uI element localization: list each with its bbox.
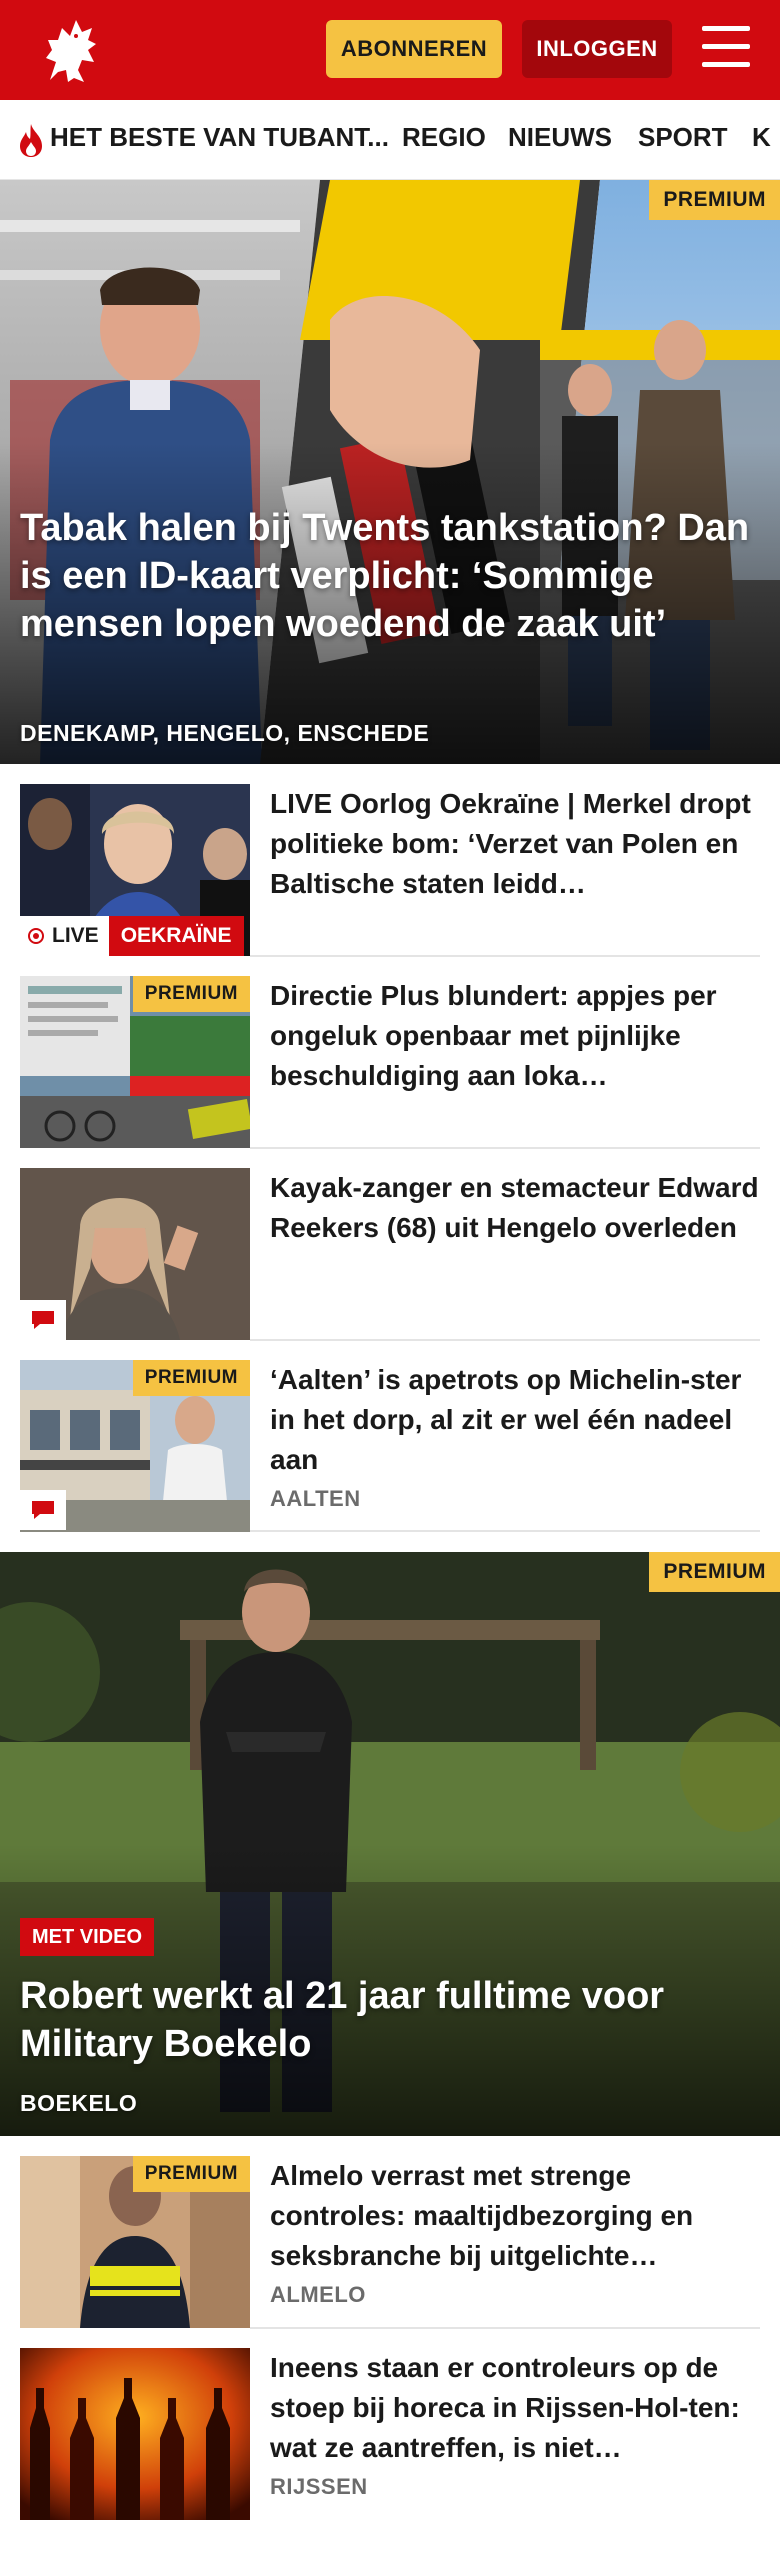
premium-badge: PREMIUM bbox=[132, 2156, 250, 2192]
divider bbox=[250, 1147, 760, 1149]
nav-item-het-beste-van-tubantia[interactable]: HET BESTE VAN TUBANT... bbox=[50, 122, 389, 153]
divider bbox=[250, 1339, 760, 1341]
nav-item-more[interactable]: K bbox=[752, 122, 771, 153]
list-item[interactable]: Ineens staan er controleurs op de stoep … bbox=[20, 2348, 760, 2520]
topic-tag[interactable]: OEKRAÏNE bbox=[108, 916, 244, 956]
article-location: RIJSSEN bbox=[270, 2474, 368, 2499]
article-location: ALMELO bbox=[270, 2282, 366, 2307]
live-label: LIVE bbox=[20, 916, 109, 956]
comment-icon bbox=[20, 1490, 66, 1530]
article-title[interactable]: LIVE Oorlog Oekraïne | Merkel dropt poli… bbox=[270, 784, 760, 904]
article-location: AALTEN bbox=[270, 1486, 361, 1511]
divider bbox=[250, 955, 760, 957]
premium-badge: PREMIUM bbox=[132, 976, 250, 1012]
hero-title[interactable]: Tabak halen bij Twents tankstation? Dan … bbox=[20, 504, 760, 648]
hamburger-menu-icon[interactable] bbox=[702, 26, 750, 70]
article-thumbnail: PREMIUM bbox=[20, 2156, 250, 2328]
hero-location: BOEKELO bbox=[20, 2090, 138, 2116]
list-item[interactable]: PREMIUM Directie Plus blundert: appjes p… bbox=[20, 976, 760, 1148]
divider bbox=[250, 2327, 760, 2329]
premium-badge: PREMIUM bbox=[649, 1552, 780, 1592]
article-thumbnail: PREMIUM bbox=[20, 976, 250, 1148]
hero-title[interactable]: Robert werkt al 21 jaar fulltime voor Mi… bbox=[20, 1972, 760, 2068]
live-text: LIVE bbox=[52, 924, 99, 947]
comment-icon bbox=[20, 1300, 66, 1340]
list-item[interactable]: Kayak-zanger en stemacteur Edward Reeker… bbox=[20, 1168, 760, 1340]
video-badge: MET VIDEO bbox=[20, 1918, 155, 1956]
hero-article-boekelo[interactable]: PREMIUM MET VIDEO Robert werkt al 21 jaa… bbox=[0, 1552, 780, 2136]
live-dot-icon bbox=[28, 928, 44, 944]
list-item[interactable]: PREMIUM Almelo verrast met strenge contr… bbox=[20, 2156, 760, 2328]
article-title[interactable]: Directie Plus blundert: appjes per ongel… bbox=[270, 976, 760, 1096]
hero-image bbox=[0, 180, 780, 764]
hero-article-tabak[interactable]: PREMIUM Tabak halen bij Twents tankstati… bbox=[0, 180, 780, 764]
nav-item-regio[interactable]: REGIO bbox=[402, 122, 486, 153]
login-button[interactable]: INLOGGEN bbox=[522, 20, 672, 78]
article-title[interactable]: Ineens staan er controleurs op de stoep … bbox=[270, 2348, 760, 2468]
list-item[interactable]: PREMIUM ‘Aalten’ is apetrots op Michelin… bbox=[20, 1360, 760, 1532]
live-badge: LIVE OEKRAÏNE bbox=[20, 916, 244, 956]
article-title[interactable]: ‘Aalten’ is apetrots op Michelin-ster in… bbox=[270, 1360, 760, 1480]
article-title[interactable]: Almelo verrast met strenge controles: ma… bbox=[270, 2156, 760, 2276]
hero-location: DENEKAMP, HENGELO, ENSCHEDE bbox=[20, 720, 430, 746]
subscribe-button[interactable]: ABONNEREN bbox=[326, 20, 502, 78]
site-header: ABONNEREN INLOGGEN bbox=[0, 0, 780, 100]
nav-item-sport[interactable]: SPORT bbox=[638, 122, 728, 153]
section-nav: HET BESTE VAN TUBANT... REGIO NIEUWS SPO… bbox=[0, 100, 780, 180]
article-title[interactable]: Kayak-zanger en stemacteur Edward Reeker… bbox=[270, 1168, 760, 1248]
premium-badge: PREMIUM bbox=[649, 180, 780, 220]
horse-logo-icon[interactable] bbox=[32, 10, 112, 90]
flame-icon bbox=[16, 122, 46, 158]
premium-badge: PREMIUM bbox=[132, 1360, 250, 1396]
list-item[interactable]: LIVE OEKRAÏNE LIVE Oorlog Oekraïne | Mer… bbox=[20, 784, 760, 956]
article-thumbnail bbox=[20, 2348, 250, 2520]
nav-item-nieuws[interactable]: NIEUWS bbox=[508, 122, 612, 153]
